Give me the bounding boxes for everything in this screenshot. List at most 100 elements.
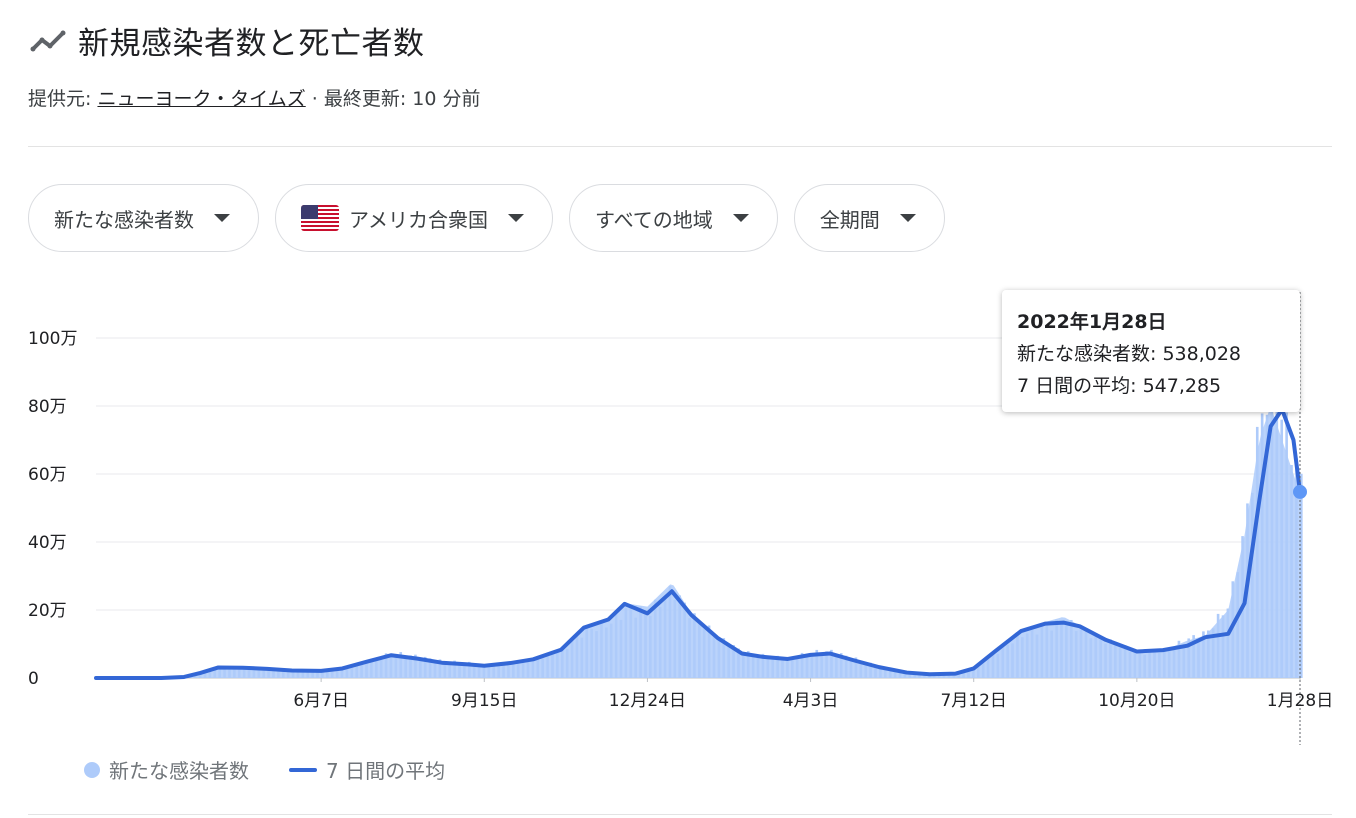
source-link[interactable]: ニューヨーク・タイムズ	[97, 88, 305, 110]
metric-dropdown-label: 新たな感染者数	[54, 207, 194, 232]
cases-bar	[991, 653, 995, 678]
cases-bar	[751, 654, 755, 678]
caret-down-icon	[508, 214, 524, 222]
cases-bar	[1128, 651, 1132, 678]
caret-down-icon	[214, 214, 230, 222]
cases-bar	[1167, 649, 1171, 678]
cases-bar	[404, 656, 407, 678]
cases-bar	[536, 658, 540, 678]
cases-bar	[619, 619, 623, 678]
cases-bar	[247, 669, 251, 678]
cases-bar	[242, 669, 246, 678]
cases-bar	[986, 657, 990, 678]
cases-bar	[1148, 650, 1151, 678]
period-dropdown[interactable]: 全期間	[793, 184, 945, 252]
cases-bar	[1094, 633, 1098, 678]
cases-bar	[1025, 633, 1029, 678]
cases-bar	[1074, 631, 1078, 678]
cases-bar	[629, 607, 633, 678]
metric-dropdown[interactable]: 新たな感染者数	[28, 184, 259, 252]
cases-bar	[1226, 608, 1230, 678]
x-tick-label: 10月20日	[1098, 691, 1175, 711]
cases-bar	[742, 654, 745, 678]
filter-bar: 新たな感染者数 アメリカ合衆国 すべての地域 全期間	[28, 184, 961, 252]
cases-bar	[394, 654, 398, 678]
cases-bar	[624, 607, 628, 678]
cases-bar	[1158, 653, 1161, 678]
cases-bar	[1016, 633, 1019, 678]
cases-bar	[1084, 628, 1088, 678]
cases-bar	[668, 585, 672, 678]
y-tick-label: 80万	[28, 397, 67, 417]
cases-bar	[1050, 630, 1054, 678]
cases-bar	[1045, 625, 1049, 678]
cases-bar	[1060, 624, 1063, 678]
x-tick-label: 12月24日	[609, 691, 686, 711]
cases-bar	[820, 653, 823, 678]
cases-bar	[766, 657, 770, 678]
cases-bar	[560, 648, 564, 678]
cases-bar	[1040, 626, 1044, 678]
cases-bar	[1099, 637, 1102, 678]
cases-bar	[595, 631, 598, 678]
source-line: 提供元: ニューヨーク・タイムズ · 最終更新: 10 分前	[28, 84, 480, 111]
cases-bar	[565, 648, 569, 678]
country-dropdown[interactable]: アメリカ合衆国	[275, 184, 553, 252]
cases-bar	[795, 657, 799, 678]
cases-bar	[805, 654, 809, 678]
x-tick-label: 1月28日	[1267, 691, 1333, 711]
cases-bar	[502, 663, 505, 678]
cases-bar	[693, 613, 696, 678]
cases-bar	[644, 613, 647, 678]
cases-bar	[1065, 626, 1068, 678]
cases-bar	[223, 668, 226, 678]
cases-bar	[658, 606, 662, 678]
legend-cases-swatch	[84, 761, 100, 778]
cases-bar	[1089, 638, 1093, 678]
cases-bar	[1114, 645, 1117, 678]
x-tick-label: 7月12日	[940, 691, 1006, 711]
cases-bar	[771, 656, 775, 678]
caret-down-icon	[732, 214, 749, 222]
cases-bar	[835, 654, 838, 678]
cases-bar	[1251, 492, 1254, 678]
page-title: 新規感染者数と死亡者数	[78, 26, 425, 62]
cases-bar	[1118, 647, 1122, 678]
cases-bar	[1285, 412, 1288, 678]
cases-bar	[228, 668, 231, 678]
y-tick-label: 40万	[28, 533, 67, 553]
cases-bar	[1035, 634, 1039, 678]
cases-bar	[649, 615, 652, 678]
chart-tooltip: 2022年1月28日 新たな感染者数: 538,028 7 日間の平均: 547…	[1002, 290, 1300, 412]
cases-bar	[663, 598, 667, 678]
cases-bar	[712, 636, 716, 678]
trending-line-icon	[30, 30, 66, 51]
cases-bar	[996, 653, 1000, 678]
source-prefix: 提供元:	[28, 88, 98, 110]
cases-bar	[1221, 615, 1225, 678]
hover-point	[1293, 484, 1307, 499]
cases-bar	[717, 638, 721, 678]
cases-bar	[1255, 426, 1259, 678]
cases-bar	[551, 654, 554, 678]
legend-cases-label: 新たな感染者数	[109, 759, 249, 783]
cases-bar	[1162, 648, 1166, 678]
cases-bar	[1153, 651, 1156, 678]
cases-bar	[688, 618, 691, 678]
cases-bar	[1079, 629, 1083, 678]
cases-bar	[546, 653, 549, 678]
legend-avg-swatch	[289, 767, 317, 772]
cases-bar	[639, 606, 642, 678]
cases-bar	[365, 662, 368, 678]
cases-bar	[570, 640, 574, 678]
cases-bar	[678, 595, 682, 678]
region-dropdown[interactable]: すべての地域	[569, 184, 778, 252]
cases-bar	[1172, 647, 1176, 678]
cases-bar	[262, 669, 266, 678]
cases-bar	[600, 620, 603, 678]
cases-bar	[756, 655, 760, 678]
cases-bar	[272, 670, 275, 678]
cases-bar	[1138, 651, 1142, 678]
cases-bar	[233, 669, 236, 678]
cases-bar	[419, 658, 422, 678]
